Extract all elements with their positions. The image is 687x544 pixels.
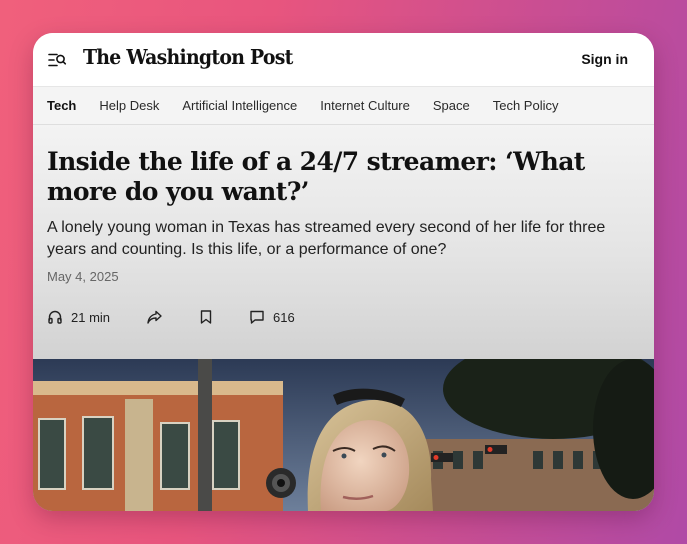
article-card: The Washington Post Sign in Tech Help De… — [33, 33, 654, 511]
nav-item-artificial-intelligence[interactable]: Artificial Intelligence — [182, 98, 297, 113]
share-icon — [147, 310, 162, 324]
nav-item-space[interactable]: Space — [433, 98, 470, 113]
nav-item-help-desk[interactable]: Help Desk — [99, 98, 159, 113]
menu-search-icon — [48, 53, 67, 67]
site-logo[interactable]: The Washington Post — [83, 45, 293, 69]
article-date: May 4, 2025 — [47, 269, 119, 284]
site-header: The Washington Post Sign in — [33, 33, 654, 87]
save-button[interactable] — [199, 309, 213, 325]
share-button[interactable] — [146, 309, 163, 325]
nav-item-internet-culture[interactable]: Internet Culture — [320, 98, 410, 113]
headphones-icon — [48, 310, 62, 324]
comment-count: 616 — [273, 309, 295, 325]
lead-photo-illustration — [33, 359, 654, 511]
listen-duration: 21 min — [71, 309, 111, 325]
bookmark-icon — [200, 310, 212, 324]
nav-item-tech-policy[interactable]: Tech Policy — [493, 98, 559, 113]
sign-in-button[interactable]: Sign in — [581, 51, 628, 67]
article-dek: A lonely young woman in Texas has stream… — [47, 219, 606, 258]
section-nav: Tech Help Desk Artificial Intelligence I… — [33, 87, 654, 125]
comments-button[interactable]: 616 — [249, 309, 295, 325]
nav-item-tech[interactable]: Tech — [47, 98, 76, 113]
article-lead-photo — [33, 359, 654, 511]
menu-search-button[interactable] — [47, 50, 67, 70]
article-headline: Inside the life of a 24/7 streamer: ‘Wha… — [47, 147, 585, 206]
article-header: Inside the life of a 24/7 streamer: ‘Wha… — [33, 125, 654, 359]
listen-button[interactable]: 21 min — [47, 309, 110, 325]
comment-icon — [250, 310, 264, 324]
article-actions: 21 min 616 — [47, 309, 315, 325]
